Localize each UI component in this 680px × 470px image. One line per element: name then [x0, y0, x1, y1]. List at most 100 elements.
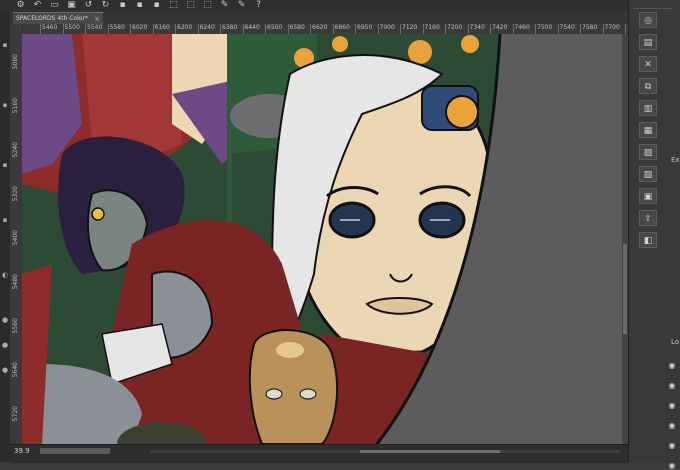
tool-icon[interactable]: ▪: [1, 216, 9, 224]
tool-icon[interactable]: ▪: [1, 101, 9, 109]
navigator-icon[interactable]: ◎: [639, 12, 657, 28]
panel-label-lo: Lo: [671, 338, 680, 346]
document-tab[interactable]: SPACELORDS 4th Color* ×: [13, 12, 103, 24]
ruler-label: 5320: [12, 186, 19, 202]
mask-icon[interactable]: ◧: [639, 232, 657, 248]
tool-icon[interactable]: ●: [1, 316, 9, 324]
ruler-tick: [107, 24, 109, 34]
ruler-label: 7540: [559, 24, 575, 31]
canvas[interactable]: [22, 34, 628, 444]
ruler-label: 7160: [424, 24, 440, 31]
paste-icon[interactable]: ▨: [639, 166, 657, 182]
ruler-tick: [445, 24, 446, 34]
ruler-label: 5500: [64, 24, 80, 31]
ruler-label: 5080: [12, 54, 19, 70]
ruler-label: 5240: [12, 142, 19, 158]
ruler-tick: [422, 24, 424, 34]
artwork: [22, 34, 502, 444]
ruler-tick: [130, 24, 131, 34]
tool-icon[interactable]: ▪: [1, 161, 9, 169]
ruler-tick: [220, 24, 221, 34]
ruler-label: 5560: [12, 318, 19, 334]
ruler-label: 6380: [222, 24, 238, 31]
layer-panel: Ex Lo ◎ ▤ ✕ ⧉ ▥ ▦ ▧ ▨ ▣ ⇪ ◧ ◉ ◉ ◉ ◉ ◉ ◉: [628, 0, 680, 470]
tool-icon[interactable]: ▪: [135, 1, 144, 10]
tool-icon[interactable]: ◐: [1, 271, 9, 279]
ruler-tick: [40, 24, 41, 34]
divider: [633, 8, 673, 9]
ruler-label: 7200: [447, 24, 463, 31]
ruler-label: 6580: [289, 24, 305, 31]
ruler-tick: [310, 24, 311, 34]
eye-icon[interactable]: ◉: [667, 382, 677, 390]
undo-icon[interactable]: ↶: [33, 1, 42, 10]
save-icon[interactable]: ▣: [67, 1, 76, 10]
pen-icon[interactable]: ✎: [237, 1, 246, 10]
help-icon[interactable]: ?: [254, 1, 263, 10]
ruler-label: 5480: [12, 274, 19, 290]
ruler-label: 6160: [154, 24, 170, 31]
ruler-tick: [377, 24, 379, 34]
ruler-tick: [557, 24, 559, 34]
delete-icon[interactable]: ✕: [639, 56, 657, 72]
layer-icon[interactable]: ▤: [639, 34, 657, 50]
ruler-tick: [242, 24, 244, 34]
ruler-tick: [602, 24, 604, 34]
ruler-label: 5640: [12, 362, 19, 378]
ruler-tick: [287, 24, 289, 34]
ruler-label: 5160: [12, 98, 19, 114]
ruler-label: 6200: [177, 24, 193, 31]
eye-icon[interactable]: ◉: [667, 442, 677, 450]
duplicate-icon[interactable]: ⧉: [639, 78, 657, 94]
panel-label-ex: Ex: [671, 156, 680, 164]
undo-arrow-icon[interactable]: ↺: [84, 1, 93, 10]
select-icon[interactable]: ⬚: [169, 1, 178, 10]
export-icon[interactable]: ⇪: [639, 210, 657, 226]
ruler-label: 7000: [379, 24, 395, 31]
ruler-tick: [175, 24, 176, 34]
copy-icon[interactable]: ▧: [639, 144, 657, 160]
eye-icon[interactable]: ◉: [667, 462, 677, 470]
ruler-label: 5580: [109, 24, 125, 31]
ruler-label: 7580: [582, 24, 598, 31]
ruler-tick: [85, 24, 86, 34]
ruler-label: 6620: [312, 24, 328, 31]
eye-icon[interactable]: ◉: [667, 362, 677, 370]
open-icon[interactable]: ▭: [50, 1, 59, 10]
tool-icon[interactable]: ▪: [118, 1, 127, 10]
select-icon[interactable]: ⬚: [203, 1, 212, 10]
horizontal-scrollbar[interactable]: [150, 450, 620, 453]
zoom-slider[interactable]: [40, 448, 110, 454]
tab-bar: SPACELORDS 4th Color* ×: [10, 11, 628, 24]
status-bar: 39.9: [10, 444, 628, 463]
ruler-tick: [152, 24, 154, 34]
ruler-label: 7120: [402, 24, 418, 31]
settings-icon[interactable]: ⚙: [16, 1, 25, 10]
select-icon[interactable]: ⬚: [186, 1, 195, 10]
save-icon[interactable]: ▣: [639, 188, 657, 204]
ruler-label: 7460: [514, 24, 530, 31]
ruler-label: 5540: [87, 24, 103, 31]
zoom-level[interactable]: 39.9: [14, 447, 30, 455]
tool-icon[interactable]: ●: [1, 366, 9, 374]
ruler-label: 6950: [357, 24, 373, 31]
tool-icon[interactable]: ●: [1, 341, 9, 349]
ruler-label: 7340: [469, 24, 485, 31]
merge-icon[interactable]: ▥: [639, 100, 657, 116]
ruler-tick: [625, 24, 626, 34]
pen-icon[interactable]: ✎: [220, 1, 229, 10]
eye-icon[interactable]: ◉: [667, 402, 677, 410]
ruler-tick: [400, 24, 401, 34]
ruler-tick: [355, 24, 356, 34]
redo-arrow-icon[interactable]: ↻: [101, 1, 110, 10]
ruler-tick: [265, 24, 266, 34]
folder-icon[interactable]: ▦: [639, 122, 657, 138]
tool-icon[interactable]: ▪: [1, 41, 9, 49]
tool-palette: ▪ ▪ ▪ ▪ ◐ ● ● ●: [0, 11, 10, 462]
eye-icon[interactable]: ◉: [667, 422, 677, 430]
ruler-label: 7500: [537, 24, 553, 31]
scrollbar-thumb[interactable]: [623, 244, 627, 334]
scrollbar-thumb[interactable]: [360, 450, 500, 453]
ruler-tick: [490, 24, 491, 34]
tool-icon[interactable]: ▪: [152, 1, 161, 10]
